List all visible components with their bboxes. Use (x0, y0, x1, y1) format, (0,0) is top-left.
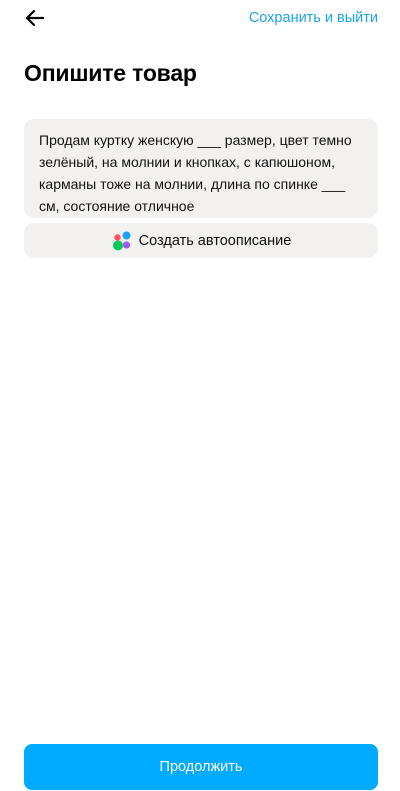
create-autodescription-button[interactable]: Создать автоописание (24, 223, 378, 258)
save-and-exit-link[interactable]: Сохранить и выйти (249, 10, 378, 26)
continue-button-label: Продолжить (159, 759, 243, 775)
create-autodescription-label: Создать автоописание (138, 232, 292, 249)
describe-item-screen: Сохранить и выйти Опишите товар Продам к… (0, 0, 400, 791)
ai-dots-icon (112, 231, 131, 250)
page-title: Опишите товар (24, 60, 197, 86)
arrow-left-icon (25, 9, 45, 27)
top-bar: Сохранить и выйти (0, 0, 400, 38)
back-button[interactable] (22, 6, 48, 30)
description-textarea[interactable]: Продам куртку женскую ___ размер, цвет т… (24, 119, 378, 218)
continue-button[interactable]: Продолжить (24, 744, 378, 790)
